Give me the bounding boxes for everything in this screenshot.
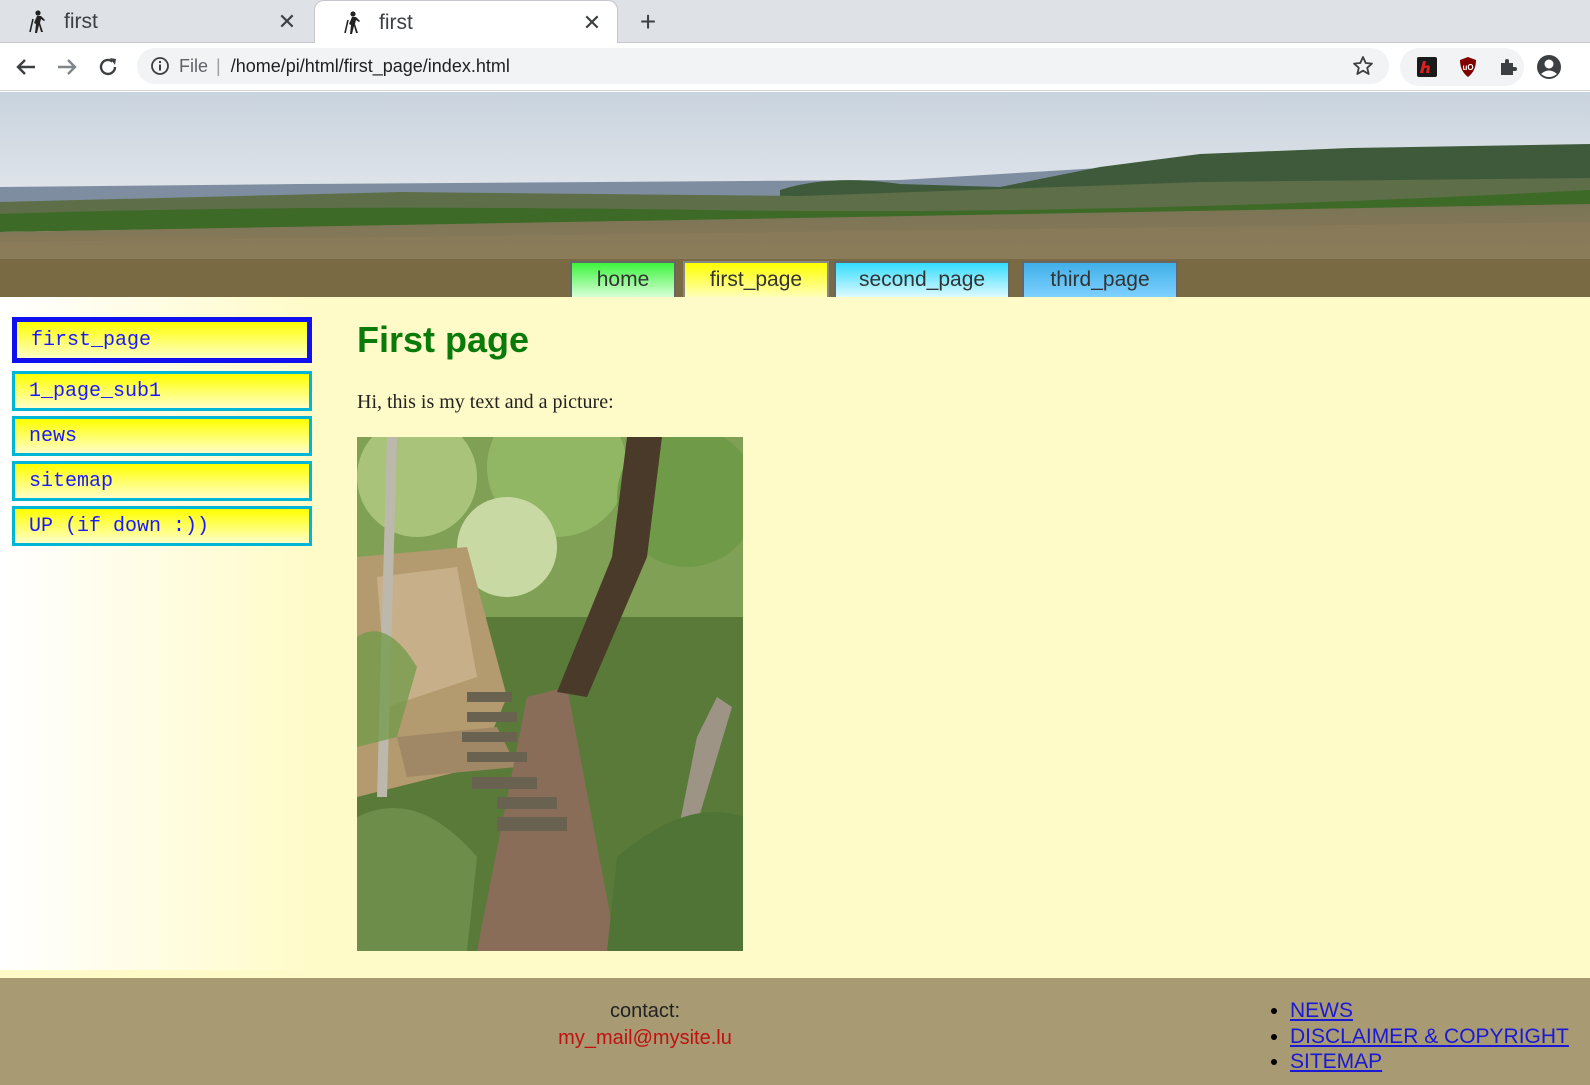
contact-block: contact: my_mail@mysite.lu <box>540 1000 750 1050</box>
url-scheme: File <box>179 55 209 76</box>
contact-email-link[interactable]: my_mail@mysite.lu <box>540 1027 750 1050</box>
footer-link-item: DISCLAIMER & COPYRIGHT <box>1290 1024 1569 1050</box>
browser-toolbar: File | /home/pi/html/first_page/index.ht… <box>0 43 1590 91</box>
footer-link-news[interactable]: NEWS <box>1290 999 1353 1022</box>
web-page: home first_page second_page third_page f… <box>0 92 1590 1085</box>
footer: contact: my_mail@mysite.lu NEWS DISCLAIM… <box>0 978 1590 1085</box>
sidebar-item-news[interactable]: news <box>12 416 312 456</box>
ublock-shield-icon[interactable]: uO <box>1454 53 1482 81</box>
reload-icon[interactable] <box>92 51 124 83</box>
h-extension-icon[interactable] <box>1413 53 1441 81</box>
close-icon[interactable]: ✕ <box>274 9 300 35</box>
sidebar-item-1-page-sub1[interactable]: 1_page_sub1 <box>12 371 312 411</box>
top-menu-bar: home first_page second_page third_page <box>0 259 1590 297</box>
hiker-favicon-icon <box>339 10 365 36</box>
forward-arrow-icon[interactable] <box>51 51 83 83</box>
tab-title: first <box>379 10 413 34</box>
bookmark-star-icon[interactable] <box>1349 52 1377 80</box>
puzzle-extensions-icon[interactable] <box>1494 53 1522 81</box>
hiker-favicon-icon <box>24 9 50 35</box>
sidebar-item-first-page[interactable]: first_page <box>12 317 312 363</box>
profile-avatar-icon[interactable] <box>1535 53 1563 81</box>
intro-text: Hi, this is my text and a picture: <box>357 391 614 413</box>
nav-tab-home[interactable]: home <box>570 261 676 297</box>
address-bar[interactable]: File | /home/pi/html/first_page/index.ht… <box>137 48 1389 84</box>
url-separator: | <box>216 55 221 76</box>
footer-link-disclaimer[interactable]: DISCLAIMER & COPYRIGHT <box>1290 1025 1569 1048</box>
landscape-banner-image <box>0 92 1590 259</box>
back-arrow-icon[interactable] <box>10 51 42 83</box>
tab-title: first <box>64 9 98 33</box>
nav-tab-third-page[interactable]: third_page <box>1022 261 1178 297</box>
page-title: First page <box>357 319 530 360</box>
contact-label: contact: <box>609 1000 681 1022</box>
url-text[interactable]: /home/pi/html/first_page/index.html <box>231 56 1349 77</box>
browser-tab[interactable]: first ✕ <box>0 0 312 43</box>
browser-tab-active[interactable]: first ✕ <box>314 0 618 44</box>
nav-tab-first-page[interactable]: first_page <box>683 261 829 297</box>
footer-link-item: SITEMAP <box>1290 1049 1569 1075</box>
nav-tab-second-page[interactable]: second_page <box>834 261 1010 297</box>
info-icon[interactable] <box>149 55 171 77</box>
browser-tabstrip: first ✕ first ✕ + <box>0 0 1590 44</box>
footer-links: NEWS DISCLAIMER & COPYRIGHT SITEMAP <box>1266 998 1569 1075</box>
forest-stairs-photo <box>357 437 743 951</box>
close-icon[interactable]: ✕ <box>579 10 605 36</box>
footer-link-item: NEWS <box>1290 998 1569 1024</box>
sidebar-item-up[interactable]: UP (if down :)) <box>12 506 312 546</box>
new-tab-plus-icon[interactable]: + <box>632 6 664 38</box>
footer-link-sitemap[interactable]: SITEMAP <box>1290 1050 1382 1073</box>
sidebar-item-sitemap[interactable]: sitemap <box>12 461 312 501</box>
svg-text:uO: uO <box>1462 63 1473 72</box>
sidebar: first_page 1_page_sub1 news sitemap UP (… <box>0 297 312 970</box>
